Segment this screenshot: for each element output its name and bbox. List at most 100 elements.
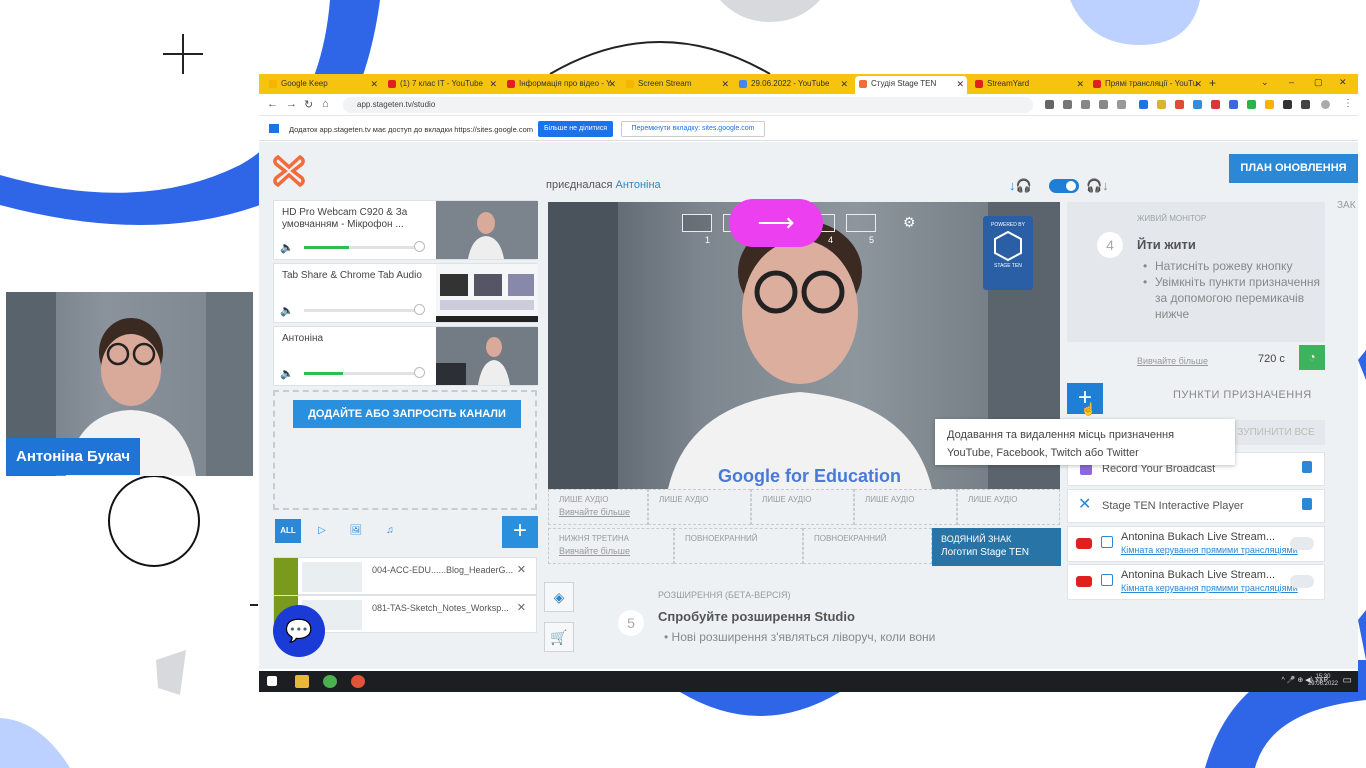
extension-icon[interactable] (1063, 100, 1072, 109)
destination-player[interactable]: ✕ Stage TEN Interactive Player (1067, 489, 1325, 523)
chrome-icon[interactable] (351, 675, 365, 688)
browser-tab[interactable]: Google Keep ✕ (265, 76, 381, 94)
external-link-icon[interactable] (1101, 574, 1113, 586)
lower-third-slot[interactable]: ПОВНОЕКРАННИЙ (803, 528, 932, 564)
sidepanel-icon[interactable] (1301, 100, 1310, 109)
speedometer-icon[interactable]: ◔ (1299, 345, 1325, 370)
extension-icon[interactable] (1193, 100, 1202, 109)
file-explorer-icon[interactable] (295, 675, 309, 688)
layout-1-button[interactable] (682, 214, 712, 232)
stop-all-button[interactable]: ЗУПИНИТИ ВСЕ (1227, 420, 1325, 445)
audio-icon[interactable]: ♫ (377, 519, 403, 543)
speaker-icon[interactable]: 🔈 (280, 304, 294, 317)
source-card[interactable]: Антоніна 🔈 (273, 326, 538, 386)
headphones-down-icon[interactable]: ↓🎧 (1009, 178, 1032, 194)
extensions-puzzle-icon[interactable] (1283, 100, 1292, 109)
close-icon[interactable]: ✕ (608, 76, 616, 92)
control-room-link[interactable]: Кімната керування прямими трансляціями (1121, 545, 1298, 555)
close-icon[interactable]: ✕ (370, 76, 378, 92)
source-thumbnail[interactable] (436, 264, 538, 322)
stageten-logo[interactable] (272, 154, 306, 194)
window-close-icon[interactable]: ✕ (1339, 77, 1347, 88)
stop-sharing-button[interactable]: Більше не ділитися (538, 121, 613, 137)
zoom-icon[interactable] (1081, 100, 1090, 109)
media-item[interactable]: 004-ACC-EDU......Blog_HeaderG... ✕ (273, 557, 537, 596)
extension-icon[interactable] (1139, 100, 1148, 109)
close-icon[interactable]: ✕ (956, 76, 964, 92)
lower-third-slot[interactable]: ЛИШЕ АУДІО Вивчайте більше (548, 489, 648, 525)
destination-toggle[interactable] (1290, 575, 1314, 588)
chat-bubble-icon[interactable]: 💬 (273, 605, 325, 657)
browser-tab[interactable]: Інформація про відео - Y ✕ (503, 76, 619, 94)
back-icon[interactable]: ← (267, 98, 278, 110)
external-link-icon[interactable] (1101, 536, 1113, 548)
control-room-link[interactable]: Кімната керування прямими трансляціями (1121, 583, 1298, 593)
notification-icon[interactable]: ▭ (1343, 675, 1352, 686)
add-media-button[interactable]: + (502, 516, 538, 548)
close-icon[interactable]: ✕ (517, 563, 526, 576)
lower-third-slot[interactable]: ЛИШЕ АУДІО (957, 489, 1060, 525)
destination-toggle[interactable] (1290, 537, 1314, 550)
media-tab-all[interactable]: ALL (275, 519, 301, 543)
clock[interactable]: 15:30 29.06.2022 (1308, 674, 1338, 688)
go-live-arrow-button[interactable]: ⟶ (729, 199, 823, 247)
close-icon[interactable]: ✕ (1076, 76, 1084, 92)
close-icon[interactable]: ✕ (517, 601, 526, 614)
source-card[interactable]: HD Pro Webcam C920 & За умовчанням - Мік… (273, 200, 538, 260)
learn-more-link[interactable]: Вивчайте більше (559, 507, 637, 517)
minimize-icon[interactable]: – (1289, 77, 1294, 87)
lower-third-slot[interactable]: ЛИШЕ АУДІО (854, 489, 957, 525)
extension-icon[interactable] (1229, 100, 1238, 109)
learn-more-link[interactable]: Вивчайте більше (1137, 356, 1208, 366)
source-thumbnail[interactable] (436, 327, 538, 385)
close-icon[interactable]: ✕ (489, 76, 497, 92)
windows-start-icon[interactable] (267, 676, 277, 686)
browser-tab[interactable]: StreamYard ✕ (971, 76, 1087, 94)
browser-tab[interactable]: Screen Stream ✕ (622, 76, 732, 94)
source-thumbnail[interactable] (436, 201, 538, 259)
lower-third-slot[interactable]: ПОВНОЕКРАННИЙ (674, 528, 803, 564)
headphones-icon[interactable]: 🎧↓ (1086, 178, 1109, 194)
extension-icon[interactable] (1157, 100, 1166, 109)
close-icon[interactable]: ✕ (721, 76, 729, 92)
video-icon[interactable]: ▷ (309, 519, 335, 543)
destination-youtube[interactable]: Antonina Bukach Live Stream... Кімната к… (1067, 564, 1325, 600)
url-input[interactable]: app.stageten.tv/studio (343, 97, 1033, 113)
browser-tab[interactable]: 29.06.2022 - YouTube ✕ (735, 76, 851, 94)
speaker-icon[interactable]: 🔈 (280, 241, 294, 254)
extension-icon[interactable] (1175, 100, 1184, 109)
speaker-icon[interactable]: 🔈 (280, 367, 294, 380)
google-drive-icon[interactable] (1265, 100, 1274, 109)
share-icon[interactable] (1099, 100, 1108, 109)
volume-slider[interactable] (414, 367, 425, 378)
profile-avatar[interactable] (1321, 100, 1330, 109)
browser-tab-active[interactable]: Студія Stage TEN ✕ (855, 76, 967, 94)
destination-youtube[interactable]: Antonina Bukach Live Stream... Кімната к… (1067, 526, 1325, 562)
chrome-icon[interactable] (323, 675, 337, 688)
browser-tab[interactable]: Прямі трансляції - YouTu ✕ (1089, 76, 1205, 94)
bookmark-star-icon[interactable] (1117, 100, 1126, 109)
add-channels-button[interactable]: ДОДАЙТЕ АБО ЗАПРОСІТЬ КАНАЛИ (293, 400, 521, 428)
tab-search-icon[interactable]: ⌄ (1261, 77, 1269, 88)
upgrade-plan-button[interactable]: ПЛАН ОНОВЛЕННЯ (1229, 154, 1358, 183)
volume-slider[interactable] (414, 304, 425, 315)
close-icon[interactable]: ✕ (840, 76, 848, 92)
new-tab-icon[interactable]: + (1209, 76, 1216, 90)
volume-slider[interactable] (414, 241, 425, 252)
lower-third-slot[interactable]: НИЖНЯ ТРЕТИНА Вивчайте більше (548, 528, 674, 564)
layout-5-button[interactable] (846, 214, 876, 232)
gear-icon[interactable]: ⚙ (903, 214, 916, 231)
extension-icon[interactable] (1247, 100, 1256, 109)
learn-more-link[interactable]: Вивчайте більше (559, 546, 663, 556)
menu-icon[interactable]: ⋮ (1343, 98, 1353, 109)
forward-icon[interactable]: → (286, 98, 297, 110)
monitor-toggle[interactable] (1049, 179, 1079, 193)
lower-third-slot[interactable]: ЛИШЕ АУДІО (648, 489, 751, 525)
source-card[interactable]: Tab Share & Chrome Tab Audio 🔈 (273, 263, 538, 323)
maximize-icon[interactable]: ▢ (1314, 77, 1323, 88)
extension-icon[interactable] (1211, 100, 1220, 109)
reload-icon[interactable]: ↻ (304, 98, 313, 111)
image-icon[interactable]: 🖼 (343, 519, 369, 543)
lower-third-slot[interactable]: ЛИШЕ АУДІО (751, 489, 854, 525)
switch-tab-button[interactable]: Перемкнути вкладку: sites.google.com (621, 121, 765, 137)
